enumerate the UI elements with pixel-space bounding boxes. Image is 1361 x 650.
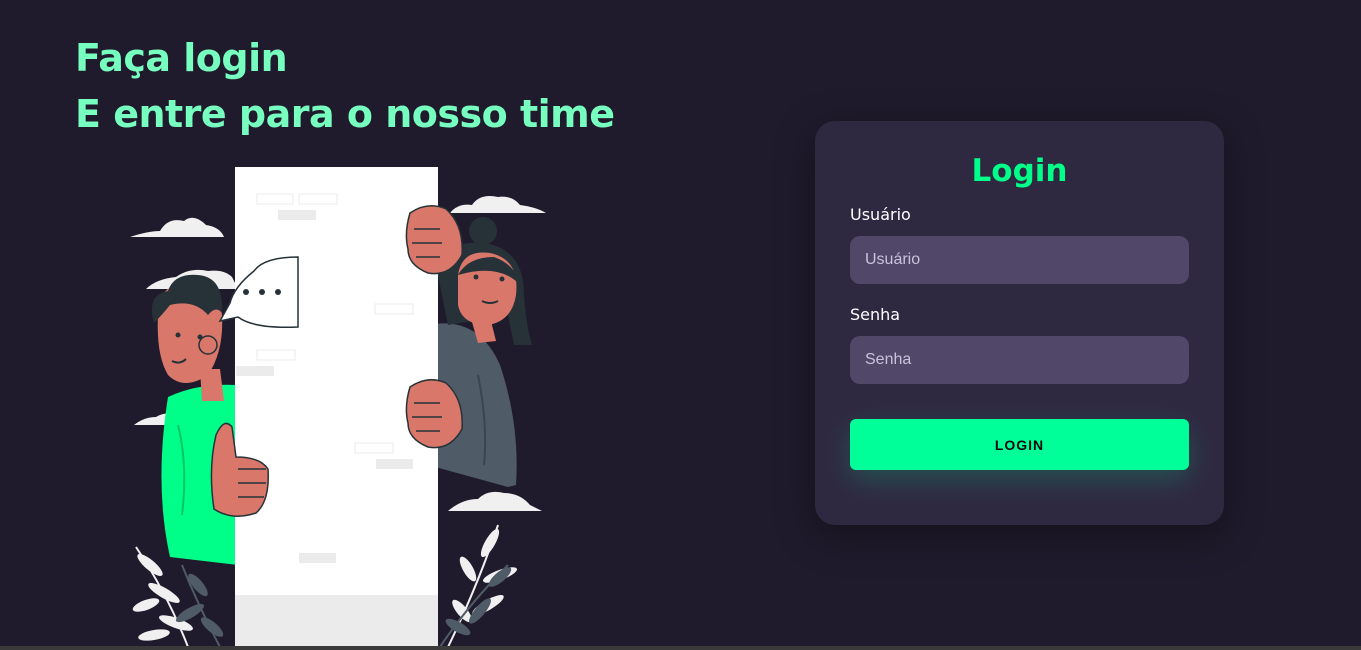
username-label: Usuário — [850, 205, 911, 224]
speech-bubble-icon — [218, 256, 299, 329]
hero-line-1: Faça login — [75, 36, 288, 80]
username-input[interactable] — [850, 236, 1189, 284]
login-button[interactable]: LOGIN — [850, 419, 1189, 470]
hand-icon — [405, 205, 463, 275]
cloud-icon — [450, 196, 546, 213]
hero-line-2: E entre para o nosso time — [75, 92, 615, 136]
password-input[interactable] — [850, 336, 1189, 384]
bottom-bar — [0, 646, 1361, 650]
login-title: Login — [971, 153, 1068, 189]
cloud-icon — [448, 491, 542, 511]
leaf-icon — [132, 546, 224, 647]
password-label: Senha — [850, 305, 901, 324]
cloud-icon — [130, 217, 224, 237]
login-card: Login Usuário Senha LOGIN — [815, 121, 1224, 525]
hero-illustration — [130, 167, 546, 647]
hero-headline: Faça login E entre para o nosso time — [75, 30, 615, 142]
leaf-icon — [439, 524, 518, 647]
login-page: Faça login E entre para o nosso time Log… — [0, 0, 1361, 650]
